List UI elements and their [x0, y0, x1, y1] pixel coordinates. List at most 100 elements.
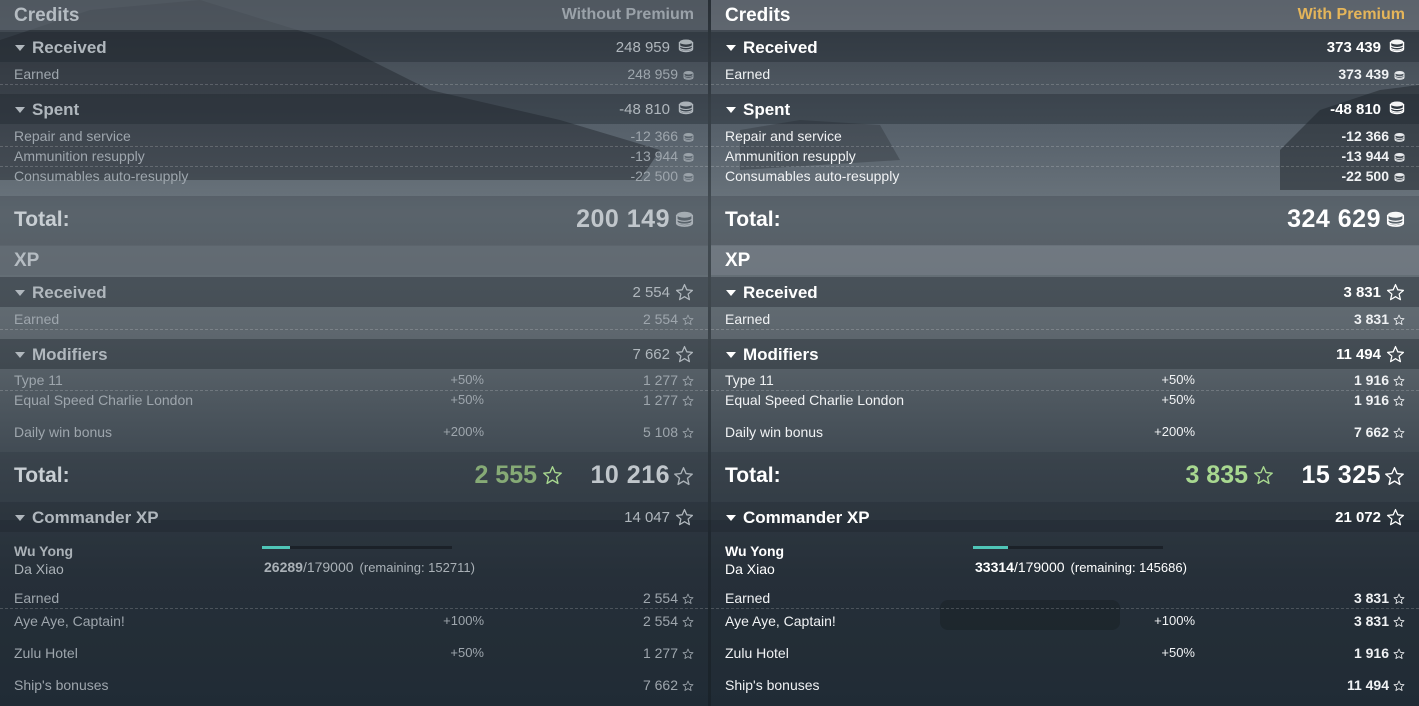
star-icon — [1386, 345, 1405, 369]
commander-xp-group[interactable]: Commander XP 14 047 — [0, 502, 708, 532]
star-icon — [673, 466, 694, 492]
row-value: 1 916 — [1353, 372, 1389, 388]
row-label: Earned — [725, 66, 771, 82]
row-percent: +50% — [1161, 372, 1195, 387]
commander-name: Wu Yong — [14, 543, 74, 559]
xp-title: XP — [725, 250, 751, 271]
xp-header: XP — [0, 245, 708, 275]
xp-received-group[interactable]: Received 2 554 — [0, 277, 708, 307]
star-icon — [675, 345, 694, 369]
coin-stack-icon — [1394, 68, 1405, 86]
progress-fill — [973, 546, 1009, 549]
star-icon — [1393, 592, 1405, 610]
base-xp-value: 3 835 — [1185, 461, 1248, 489]
row-value: 5 108 — [642, 424, 678, 440]
xp-type11-row: Type 11 +50% 1 916 — [711, 370, 1419, 391]
group-value: -48 810 — [619, 101, 670, 118]
triangle-down-icon — [15, 290, 25, 296]
row-label: Earned — [725, 590, 771, 606]
credits-received-group[interactable]: Received 373 439 — [711, 32, 1419, 62]
group-label: Received — [32, 283, 107, 302]
row-value: 7 662 — [1353, 424, 1389, 440]
commander-earned-row: Earned 2 554 — [0, 588, 708, 609]
xp-equal-speed-row: Equal Speed Charlie London +50% 1 277 — [0, 390, 708, 410]
row-value: 3 831 — [1353, 311, 1389, 327]
group-value: 21 072 — [1335, 509, 1381, 526]
row-percent: +50% — [1161, 645, 1195, 660]
credits-spent-group[interactable]: Spent -48 810 — [711, 94, 1419, 124]
commander-progress-bar — [262, 546, 452, 549]
triangle-down-icon — [15, 515, 25, 521]
star-icon — [682, 647, 694, 665]
row-percent: +50% — [450, 372, 484, 387]
credits-total-row: Total: 324 629 — [711, 196, 1419, 246]
commander-ship-bonuses-row: Ship's bonuses 11 494 — [711, 675, 1419, 695]
xp-received-group[interactable]: Received 3 831 — [711, 277, 1419, 307]
panel-without-premium: Credits Without Premium Received 248 959… — [0, 0, 708, 706]
row-percent: +200% — [1154, 424, 1195, 439]
premium-mode-label: With Premium — [1297, 6, 1405, 23]
row-value: 11 494 — [1346, 677, 1389, 693]
row-label: Earned — [14, 66, 60, 82]
progress-remaining: (remaining: 145686) — [1070, 560, 1187, 575]
star-icon — [1393, 426, 1405, 444]
row-label: Ship's bonuses — [14, 677, 109, 693]
row-value: 1 277 — [642, 372, 678, 388]
group-label: Commander XP — [743, 508, 870, 527]
coin-stack-icon — [675, 210, 694, 234]
credits-header: Credits Without Premium — [0, 0, 708, 30]
row-percent: +50% — [1161, 392, 1195, 407]
star-icon — [1253, 465, 1274, 491]
row-value: 2 554 — [642, 613, 678, 629]
ship-name: Da Xiao — [725, 561, 775, 577]
xp-earned-row: Earned 3 831 — [711, 309, 1419, 330]
row-label: Repair and service — [14, 128, 131, 144]
star-icon — [1384, 466, 1405, 492]
row-label: Earned — [14, 311, 60, 327]
row-percent: +50% — [450, 392, 484, 407]
credits-received-group[interactable]: Received 248 959 — [0, 32, 708, 62]
coin-stack-icon — [1389, 100, 1405, 121]
commander-xp-group[interactable]: Commander XP 21 072 — [711, 502, 1419, 532]
commander-progress-text: 33314/179000 (remaining: 145686) — [975, 559, 1187, 575]
xp-modifiers-group[interactable]: Modifiers 11 494 — [711, 339, 1419, 369]
star-icon — [542, 465, 563, 491]
premium-mode-label: Without Premium — [561, 6, 694, 23]
total-value: 10 216 — [590, 461, 670, 489]
triangle-down-icon — [726, 290, 736, 296]
row-label: Ammunition resupply — [14, 148, 145, 164]
credits-title: Credits — [14, 5, 80, 26]
xp-earned-row: Earned 2 554 — [0, 309, 708, 330]
xp-header: XP — [711, 245, 1419, 275]
xp-modifiers-group[interactable]: Modifiers 7 662 — [0, 339, 708, 369]
row-value: -22 500 — [630, 168, 678, 184]
group-label: Received — [743, 283, 818, 302]
credits-ammo-row: Ammunition resupply -13 944 — [0, 146, 708, 167]
row-value: 7 662 — [642, 677, 678, 693]
credits-repair-row: Repair and service -12 366 — [0, 126, 708, 147]
row-label: Zulu Hotel — [14, 645, 78, 661]
xp-daily-win-row: Daily win bonus +200% 5 108 — [0, 422, 708, 442]
panel-with-premium: Credits With Premium Received 373 439 Ea… — [711, 0, 1419, 706]
commander-ship-bonuses-row: Ship's bonuses 7 662 — [0, 675, 708, 695]
credits-spent-group[interactable]: Spent -48 810 — [0, 94, 708, 124]
credits-consumables-row: Consumables auto-resupply -22 500 — [0, 166, 708, 186]
group-value: 7 662 — [632, 346, 670, 363]
group-label: Modifiers — [32, 345, 108, 364]
star-icon — [682, 615, 694, 633]
star-icon — [675, 283, 694, 307]
group-label: Commander XP — [32, 508, 159, 527]
row-label: Aye Aye, Captain! — [14, 613, 125, 629]
row-value: 3 831 — [1353, 590, 1389, 606]
group-label: Received — [32, 38, 107, 57]
row-value: 1 277 — [642, 645, 678, 661]
commander-progress-text: 26289/179000 (remaining: 152711) — [264, 559, 475, 575]
commander-progress-bar — [973, 546, 1163, 549]
group-value: 373 439 — [1326, 39, 1381, 56]
group-label: Modifiers — [743, 345, 819, 364]
row-label: Repair and service — [725, 128, 842, 144]
row-percent: +50% — [450, 645, 484, 660]
row-label: Equal Speed Charlie London — [725, 392, 905, 408]
credits-earned-row: Earned 373 439 — [711, 64, 1419, 85]
row-label: Type 11 — [725, 372, 774, 388]
